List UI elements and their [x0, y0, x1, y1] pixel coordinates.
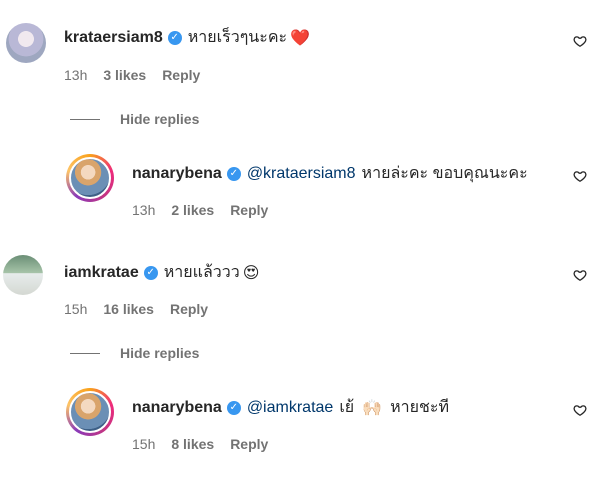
comment-text: เย้	[339, 399, 355, 416]
raised-hands-emoji: 🙌🏻	[362, 399, 383, 417]
reply-button[interactable]: Reply	[162, 67, 200, 83]
comment-time: 13h	[64, 67, 88, 83]
reply-button[interactable]: Reply	[230, 436, 268, 452]
hide-replies-label: Hide replies	[120, 345, 200, 361]
like-heart-icon[interactable]	[573, 169, 587, 183]
username[interactable]: nanarybena	[132, 165, 222, 183]
verified-badge-icon: ✓	[226, 400, 241, 415]
likes-count[interactable]: 8 likes	[171, 436, 214, 452]
mention-link[interactable]: @krataersiam8	[247, 165, 356, 183]
heart-emoji: ❤️	[290, 29, 311, 47]
hide-replies-button[interactable]: Hide replies	[70, 111, 199, 127]
avatar[interactable]	[66, 388, 114, 436]
username[interactable]: krataersiam8	[64, 29, 163, 47]
like-heart-icon[interactable]	[573, 34, 587, 48]
hide-replies-label: Hide replies	[120, 111, 200, 127]
avatar[interactable]	[66, 154, 114, 202]
comment-text-2: หายชะที	[390, 399, 449, 416]
comment-time: 15h	[132, 436, 156, 452]
like-heart-icon[interactable]	[573, 268, 587, 282]
username[interactable]: nanarybena	[132, 399, 222, 417]
verified-badge-icon: ✓	[167, 30, 182, 45]
reply-button[interactable]: Reply	[230, 202, 268, 218]
comment-time: 15h	[64, 301, 88, 317]
likes-count[interactable]: 2 likes	[171, 202, 214, 218]
divider	[70, 352, 100, 354]
reply-button[interactable]: Reply	[170, 301, 208, 317]
like-heart-icon[interactable]	[573, 403, 587, 417]
divider	[70, 118, 100, 120]
likes-count[interactable]: 16 likes	[103, 301, 154, 317]
likes-count[interactable]: 3 likes	[103, 67, 146, 83]
comment-text: หายล่ะคะ ขอบคุณนะคะ	[361, 165, 528, 182]
avatar[interactable]	[6, 23, 46, 63]
username[interactable]: iamkratae	[64, 264, 139, 282]
hide-replies-button[interactable]: Hide replies	[70, 345, 199, 361]
comment-time: 13h	[132, 202, 156, 218]
mention-link[interactable]: @iamkratae	[247, 399, 334, 417]
verified-badge-icon: ✓	[226, 166, 241, 181]
verified-badge-icon: ✓	[143, 265, 158, 280]
heart-eyes-emoji: 😍	[242, 264, 260, 282]
avatar[interactable]	[3, 255, 43, 295]
comment-text: หายแล้ววว	[163, 264, 240, 281]
comment-text: หายเร็วๆนะคะ	[187, 29, 288, 46]
